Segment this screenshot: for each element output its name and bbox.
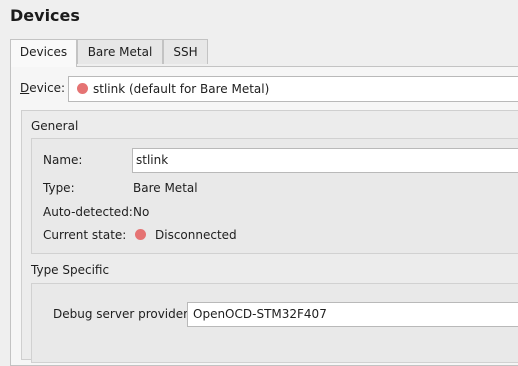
type-value: Bare Metal	[133, 181, 198, 195]
tab-ssh[interactable]: SSH	[163, 39, 208, 64]
device-select[interactable]: stlink (default for Bare Metal)	[68, 76, 518, 102]
current-state-label: Current state:	[43, 228, 127, 242]
status-dot-icon	[77, 83, 88, 94]
auto-detected-value: No	[133, 205, 150, 219]
type-label: Type:	[43, 181, 75, 195]
tab-devices[interactable]: Devices	[10, 39, 77, 67]
device-select-value: stlink (default for Bare Metal)	[93, 82, 270, 96]
name-field[interactable]: stlink	[132, 148, 518, 173]
current-state-value: Disconnected	[155, 228, 237, 242]
device-label: Device:	[20, 81, 66, 95]
state-dot-icon	[135, 229, 146, 240]
tab-bare-metal[interactable]: Bare Metal	[77, 39, 163, 64]
type-specific-title: Type Specific	[31, 263, 110, 277]
debug-server-value: OpenOCD-STM32F407	[193, 307, 327, 321]
auto-detected-label: Auto-detected:	[43, 205, 133, 219]
page-title: Devices	[10, 6, 80, 25]
debug-server-label: Debug server provider:	[53, 307, 192, 321]
general-title: General	[31, 119, 79, 133]
debug-server-select[interactable]: OpenOCD-STM32F407	[187, 302, 518, 327]
name-label: Name:	[43, 153, 83, 167]
name-field-value: stlink	[136, 153, 169, 167]
